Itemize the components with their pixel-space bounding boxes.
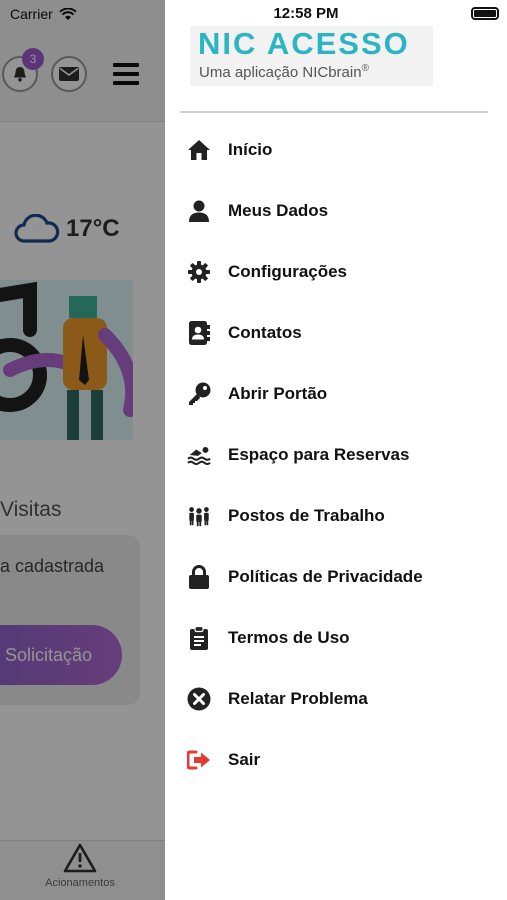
- clipboard-icon: [187, 626, 211, 651]
- user-icon: [187, 199, 211, 223]
- menu-item-label: Abrir Portão: [228, 383, 328, 403]
- brand-subtitle-row: Uma aplicação NICbrain®: [199, 63, 369, 81]
- menu-item-termos-uso[interactable]: Termos de Uso: [165, 608, 507, 669]
- menu-item-label: Postos de Trabalho: [228, 506, 385, 526]
- registered-mark: ®: [361, 63, 369, 74]
- contacts-icon: [187, 320, 211, 345]
- menu-item-relatar-problema[interactable]: Relatar Problema: [165, 669, 507, 730]
- navigation-drawer: 12:58 PM NIC ACESSO Uma aplicação NICbra…: [165, 0, 507, 900]
- menu-item-label: Início: [228, 139, 273, 159]
- menu-item-meus-dados[interactable]: Meus Dados: [165, 180, 507, 241]
- menu-item-inicio[interactable]: Início: [165, 119, 507, 180]
- menu-item-label: Meus Dados: [228, 200, 329, 220]
- status-time: 12:58 PM: [273, 5, 339, 22]
- people-group-icon: [187, 504, 211, 528]
- menu-item-configuracoes[interactable]: Configurações: [165, 241, 507, 302]
- brand-title: NIC ACESSO: [198, 26, 410, 61]
- menu-item-sair[interactable]: Sair: [165, 730, 507, 791]
- drawer-menu: Início Meus Dados Configurações Contatos…: [165, 119, 507, 791]
- menu-item-label: Políticas de Privacidade: [228, 567, 423, 587]
- gear-icon: [187, 260, 211, 284]
- menu-item-label: Sair: [228, 750, 261, 770]
- brand-logo: NIC ACESSO Uma aplicação NICbrain®: [190, 26, 433, 86]
- key-icon: [187, 382, 211, 406]
- home-icon: [187, 138, 211, 162]
- menu-item-label: Relatar Problema: [228, 689, 368, 709]
- lock-icon: [187, 565, 211, 590]
- sign-out-icon: [187, 748, 211, 772]
- swimmer-icon: [187, 443, 211, 467]
- menu-item-label: Configurações: [228, 261, 348, 281]
- menu-item-label: Termos de Uso: [228, 628, 350, 648]
- close-circle-icon: [187, 687, 211, 711]
- menu-item-postos-trabalho[interactable]: Postos de Trabalho: [165, 486, 507, 547]
- brand-subtitle: Uma aplicação NICbrain: [199, 64, 362, 81]
- menu-item-contatos[interactable]: Contatos: [165, 302, 507, 363]
- menu-item-politicas-privacidade[interactable]: Políticas de Privacidade: [165, 547, 507, 608]
- menu-item-label: Espaço para Reservas: [228, 445, 410, 465]
- drawer-divider: [180, 111, 488, 113]
- battery-icon: [471, 7, 499, 20]
- menu-item-espaco-reservas[interactable]: Espaço para Reservas: [165, 424, 507, 485]
- menu-item-abrir-portao[interactable]: Abrir Portão: [165, 363, 507, 424]
- menu-item-label: Contatos: [228, 322, 302, 342]
